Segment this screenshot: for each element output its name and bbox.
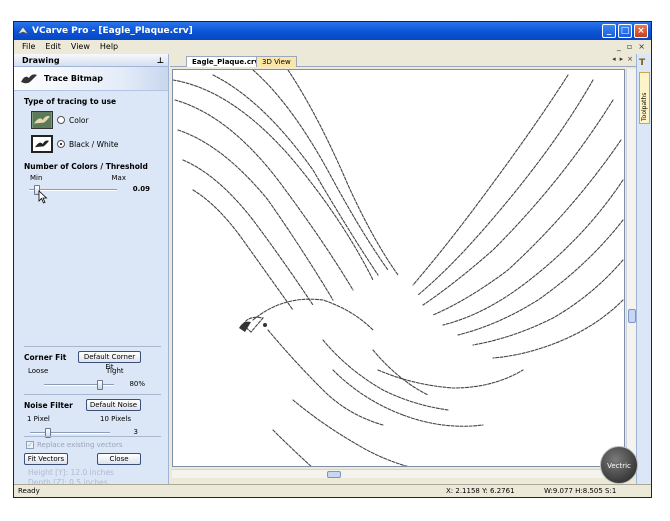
menu-edit[interactable]: Edit (45, 40, 61, 54)
radio-bw-label: Black / White (69, 139, 119, 149)
menu-file[interactable]: File (22, 40, 35, 54)
horizontal-scroll-thumb[interactable] (327, 471, 341, 478)
panel-title: Drawing (22, 56, 60, 65)
tool-header: Trace Bitmap (14, 67, 168, 91)
tab-3d-view[interactable]: 3D View (256, 56, 297, 67)
replace-vectors-label: Replace existing vectors (37, 441, 123, 449)
watermark-text: Vectric (607, 462, 631, 470)
bw-trace-preview-icon (31, 135, 53, 153)
close-window-button[interactable]: × (634, 24, 648, 38)
app-icon (17, 26, 29, 35)
mdi-restore-icon[interactable]: ▫ (627, 40, 632, 54)
bottom-actions: ✓ Replace existing vectors Fit Vectors C… (14, 436, 169, 487)
corner-fit-label: Corner Fit (24, 353, 67, 362)
mdi-controls: _ ▫ × (617, 40, 645, 54)
close-button[interactable]: Close (97, 453, 141, 465)
corner-slider-track[interactable] (44, 384, 114, 386)
title-bar[interactable]: VCarve Pro - [Eagle_Plaque.crv] _ □ × (14, 22, 651, 40)
tool-title: Trace Bitmap (44, 74, 103, 83)
document-tabs: Eagle_Plaque.crv 3D View ◂ ▸ × (170, 54, 636, 67)
divider (24, 436, 161, 437)
corner-value: 80% (129, 380, 145, 388)
menu-view[interactable]: View (71, 40, 90, 54)
status-coordinates: X: 2.1158 Y: 6.2761 (446, 487, 515, 495)
status-dimensions: W:9.077 H:8.505 S:1 (544, 487, 617, 495)
tab-nav: ◂ ▸ × (612, 55, 633, 63)
radio-bw-row[interactable]: Black / White (14, 134, 168, 154)
corner-fit-section: Corner Fit Default Corner Fit Loose Tigh… (14, 346, 169, 392)
radio-color[interactable] (57, 116, 65, 124)
tight-label: Tight (106, 367, 124, 375)
threshold-range-labels: Min Max (14, 174, 168, 182)
noise-value: 3 (133, 428, 138, 436)
toolpaths-sidebar: T Toolpaths (636, 54, 651, 486)
threshold-slider-row: 0.09 (14, 183, 168, 204)
menu-bar: File Edit View Help _ ▫ × (14, 40, 651, 54)
threshold-value: 0.09 (132, 185, 150, 193)
minimize-button[interactable]: _ (602, 24, 616, 38)
tab-eagle-plaque[interactable]: Eagle_Plaque.crv (186, 56, 265, 67)
drawing-canvas[interactable] (172, 69, 625, 467)
status-ready: Ready (18, 487, 40, 495)
toolpaths-tab[interactable]: Toolpaths (639, 72, 650, 124)
radio-color-row[interactable]: Color (14, 110, 168, 130)
divider (24, 394, 161, 395)
tab-right-icon[interactable]: ▸ (620, 55, 624, 63)
maximize-button[interactable]: □ (618, 24, 632, 38)
mouse-cursor-icon (38, 190, 48, 204)
replace-vectors-checkbox[interactable]: ✓ (26, 441, 34, 449)
max-label: Max (111, 174, 126, 182)
pin-icon[interactable]: ⊥ (157, 54, 164, 67)
horizontal-scrollbar[interactable] (172, 469, 625, 478)
tab-close-icon[interactable]: × (627, 55, 633, 63)
window-controls: _ □ × (602, 24, 648, 38)
mdi-minimize-icon[interactable]: _ (617, 40, 621, 54)
vertical-scroll-thumb[interactable] (628, 309, 636, 323)
colors-threshold-label: Number of Colors / Threshold (24, 162, 148, 171)
tab-left-icon[interactable]: ◂ (612, 55, 616, 63)
fit-vectors-button[interactable]: Fit Vectors (24, 453, 68, 465)
toolpath-icon[interactable]: T (639, 58, 645, 68)
document-area: Eagle_Plaque.crv 3D View ◂ ▸ × (170, 54, 636, 486)
window-title: VCarve Pro - [Eagle_Plaque.crv] (32, 26, 193, 36)
ghost-height-text: Height [Y]: 12.0 inches (28, 468, 114, 477)
divider (24, 346, 161, 347)
vertical-scrollbar[interactable] (626, 69, 636, 467)
radio-color-label: Color (69, 115, 89, 125)
tracing-type-label: Type of tracing to use (24, 97, 117, 106)
mdi-close-icon[interactable]: × (638, 40, 645, 54)
drawing-panel: Drawing ⊥ Trace Bitmap Type of tracing t… (14, 54, 169, 487)
noise-slider-track[interactable] (30, 432, 110, 434)
default-noise-button[interactable]: Default Noise (86, 399, 141, 411)
panel-header: Drawing ⊥ (14, 54, 168, 67)
loose-label: Loose (28, 367, 49, 375)
eagle-bitmap (173, 70, 624, 466)
trace-bitmap-icon (21, 73, 37, 83)
min-label: Min (30, 174, 43, 182)
status-bar: Ready X: 2.1158 Y: 6.2761 W:9.077 H:8.50… (14, 484, 651, 497)
menu-help[interactable]: Help (100, 40, 118, 54)
noise-filter-label: Noise Filter (24, 401, 73, 410)
default-corner-fit-button[interactable]: Default Corner Fit (78, 351, 141, 371)
corner-slider-thumb[interactable] (97, 380, 103, 390)
vectric-watermark-logo: Vectric (600, 446, 638, 484)
app-window: VCarve Pro - [Eagle_Plaque.crv] _ □ × Fi… (13, 21, 652, 498)
radio-black-white[interactable] (57, 140, 65, 148)
toolpaths-tab-label: Toolpaths (641, 92, 648, 121)
corner-slider-row: 80% (14, 378, 169, 392)
noise-filter-section: Noise Filter Default Noise 1 Pixel 10 Pi… (14, 394, 169, 440)
pixel-min-label: 1 Pixel (27, 415, 50, 423)
pixel-max-label: 10 Pixels (100, 415, 131, 423)
color-trace-preview-icon (31, 111, 53, 129)
